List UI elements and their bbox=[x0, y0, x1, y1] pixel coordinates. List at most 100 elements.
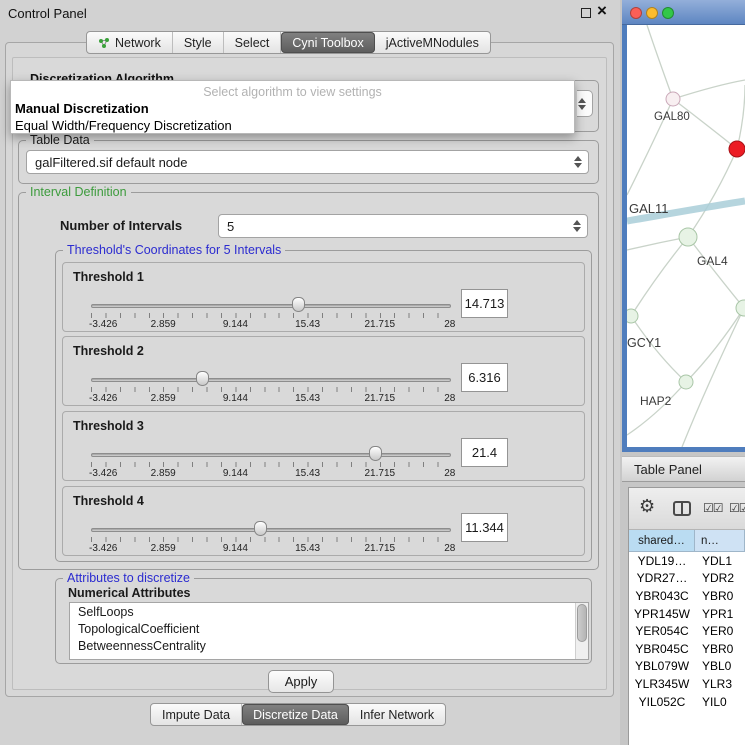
dropdown-option-manual-discretization[interactable]: Manual Discretization bbox=[15, 101, 149, 116]
table-row[interactable]: YER054C YER0 bbox=[629, 622, 745, 640]
slider-track[interactable] bbox=[91, 304, 451, 308]
dropdown-hint: Select algorithm to view settings bbox=[11, 85, 574, 99]
number-of-intervals-label: Number of Intervals bbox=[60, 218, 182, 233]
tab-style[interactable]: Style bbox=[173, 32, 224, 53]
table-row[interactable]: YDL19… YDL1 bbox=[629, 552, 745, 570]
threshold-label: Threshold 2 bbox=[73, 344, 144, 358]
threshold-value-field[interactable]: 21.4 bbox=[461, 438, 508, 467]
list-item[interactable]: BetweennessCentrality bbox=[70, 637, 588, 654]
traffic-light-minimize-icon[interactable] bbox=[646, 7, 658, 19]
stepper-icon bbox=[574, 156, 582, 168]
network-graph: GAL80 GAL11 GAL4 GCY1 HAP2 bbox=[627, 25, 745, 447]
tab-network[interactable]: Network bbox=[87, 32, 173, 53]
node-label: GCY1 bbox=[627, 336, 661, 350]
tab-impute-data[interactable]: Impute Data bbox=[151, 704, 242, 725]
network-node-highlighted[interactable] bbox=[729, 141, 745, 157]
top-tab-bar: Network Style Select Cyni Toolbox jActiv… bbox=[86, 31, 491, 54]
node-label: GAL80 bbox=[654, 111, 690, 123]
slider-ticks bbox=[91, 537, 452, 542]
threshold-slider[interactable]: -3.426 2.859 9.144 15.43 21.715 28 bbox=[91, 370, 452, 406]
slider-thumb[interactable] bbox=[254, 521, 267, 536]
network-node-gal4[interactable] bbox=[679, 228, 697, 246]
network-node[interactable] bbox=[736, 300, 745, 316]
dropdown-option-equal-width[interactable]: Equal Width/Frequency Discretization bbox=[15, 118, 232, 133]
network-icon bbox=[98, 37, 110, 49]
scrollbar-thumb[interactable] bbox=[577, 604, 587, 642]
algorithm-combo-fragment[interactable] bbox=[577, 90, 593, 117]
slider-scale: -3.426 2.859 9.144 15.43 21.715 28 bbox=[91, 319, 452, 331]
column-header-shared-name[interactable]: shared… bbox=[629, 530, 695, 552]
algorithm-dropdown-popup: Select algorithm to view settings Manual… bbox=[10, 80, 575, 134]
network-view-window: GAL80 GAL11 GAL4 GCY1 HAP2 bbox=[622, 0, 745, 452]
select-columns-icon[interactable]: ☑☑ bbox=[729, 502, 745, 514]
attributes-list: SelfLoops TopologicalCoefficient Between… bbox=[69, 602, 589, 660]
threshold-slider[interactable]: -3.426 2.859 9.144 15.43 21.715 28 bbox=[91, 296, 452, 332]
threshold-slider[interactable]: -3.426 2.859 9.144 15.43 21.715 28 bbox=[91, 520, 452, 556]
traffic-light-zoom-icon[interactable] bbox=[662, 7, 674, 19]
network-node-gal80[interactable] bbox=[666, 92, 680, 106]
table-panel-header[interactable]: Table Panel bbox=[622, 456, 745, 482]
slider-thumb[interactable] bbox=[292, 297, 305, 312]
list-item[interactable]: SelfLoops bbox=[70, 603, 588, 620]
slider-scale: -3.426 2.859 9.144 15.43 21.715 28 bbox=[91, 468, 452, 480]
table-row[interactable]: YPR145W YPR1 bbox=[629, 605, 745, 623]
tab-infer-network[interactable]: Infer Network bbox=[349, 704, 445, 725]
network-node-gcy1[interactable] bbox=[627, 309, 638, 323]
threshold-panel-1: Threshold 1 -3.426 2.859 9.144 15.43 21.… bbox=[62, 262, 585, 332]
threshold-value-field[interactable]: 14.713 bbox=[461, 289, 508, 318]
table-row[interactable]: YLR345W YLR3 bbox=[629, 675, 745, 693]
tab-jactivemodules[interactable]: jActiveMNodules bbox=[375, 32, 490, 53]
apply-button[interactable]: Apply bbox=[268, 670, 334, 693]
columns-icon[interactable] bbox=[673, 501, 691, 516]
stepper-icon bbox=[578, 98, 586, 110]
gear-icon[interactable]: ⚙ bbox=[639, 497, 655, 515]
slider-track[interactable] bbox=[91, 528, 451, 532]
slider-ticks bbox=[91, 462, 452, 467]
node-label: GAL4 bbox=[697, 254, 728, 268]
select-all-columns-icon[interactable]: ☑☑ bbox=[703, 502, 723, 514]
tab-discretize-data[interactable]: Discretize Data bbox=[242, 704, 349, 725]
slider-track[interactable] bbox=[91, 453, 451, 457]
float-window-icon[interactable] bbox=[581, 8, 591, 18]
table-data-combo[interactable]: galFiltered.sif default node bbox=[26, 150, 589, 174]
traffic-light-close-icon[interactable] bbox=[630, 7, 642, 19]
table-row[interactable]: YBL079W YBL0 bbox=[629, 658, 745, 676]
tab-select[interactable]: Select bbox=[224, 32, 282, 53]
slider-track[interactable] bbox=[91, 378, 451, 382]
table-header-row: shared… n… bbox=[629, 530, 745, 552]
table-row[interactable]: YBR045C YBR0 bbox=[629, 640, 745, 658]
tab-cyni-toolbox[interactable]: Cyni Toolbox bbox=[281, 32, 374, 53]
threshold-coordinates-title: Threshold's Coordinates for 5 Intervals bbox=[63, 243, 285, 257]
list-scrollbar[interactable] bbox=[575, 603, 588, 659]
table-data-combo-value: galFiltered.sif default node bbox=[35, 155, 187, 170]
slider-ticks bbox=[91, 313, 452, 318]
window-titlebar[interactable] bbox=[622, 0, 745, 25]
table-row[interactable]: YIL052C YIL0 bbox=[629, 693, 745, 711]
slider-thumb[interactable] bbox=[369, 446, 382, 461]
close-icon[interactable]: × bbox=[597, 1, 607, 21]
table-panel-window: ⚙ ☑☑ ☑☑ shared… n… YDL19… YDL1 YDR27… YD… bbox=[628, 487, 745, 745]
threshold-panel-2: Threshold 2 -3.426 2.859 9.144 15.43 21.… bbox=[62, 336, 585, 406]
column-header-name[interactable]: n… bbox=[695, 530, 745, 552]
list-item[interactable]: TopologicalCoefficient bbox=[70, 620, 588, 637]
slider-thumb[interactable] bbox=[196, 371, 209, 386]
threshold-value-field[interactable]: 6.316 bbox=[461, 363, 508, 392]
table-toolbar: ⚙ ☑☑ ☑☑ bbox=[629, 488, 745, 530]
bottom-tab-bar: Impute Data Discretize Data Infer Networ… bbox=[150, 703, 446, 726]
interval-definition-title: Interval Definition bbox=[26, 185, 131, 199]
number-of-intervals-combo[interactable]: 5 bbox=[218, 214, 588, 238]
threshold-value-field[interactable]: 11.344 bbox=[461, 513, 508, 542]
table-row[interactable]: YBR043C YBR0 bbox=[629, 587, 745, 605]
node-label: GAL11 bbox=[629, 201, 669, 216]
network-node-hap2[interactable] bbox=[679, 375, 693, 389]
slider-scale: -3.426 2.859 9.144 15.43 21.715 28 bbox=[91, 543, 452, 555]
control-panel: Control Panel × Network Style Select Cyn… bbox=[0, 0, 620, 745]
node-label: HAP2 bbox=[640, 394, 672, 408]
panel-title: Control Panel bbox=[8, 6, 87, 21]
threshold-label: Threshold 1 bbox=[73, 270, 144, 284]
network-canvas[interactable]: GAL80 GAL11 GAL4 GCY1 HAP2 bbox=[627, 25, 745, 447]
stepper-icon bbox=[573, 220, 581, 232]
attributes-group-title: Attributes to discretize bbox=[63, 571, 194, 585]
threshold-slider[interactable]: -3.426 2.859 9.144 15.43 21.715 28 bbox=[91, 445, 452, 481]
table-row[interactable]: YDR27… YDR2 bbox=[629, 570, 745, 588]
